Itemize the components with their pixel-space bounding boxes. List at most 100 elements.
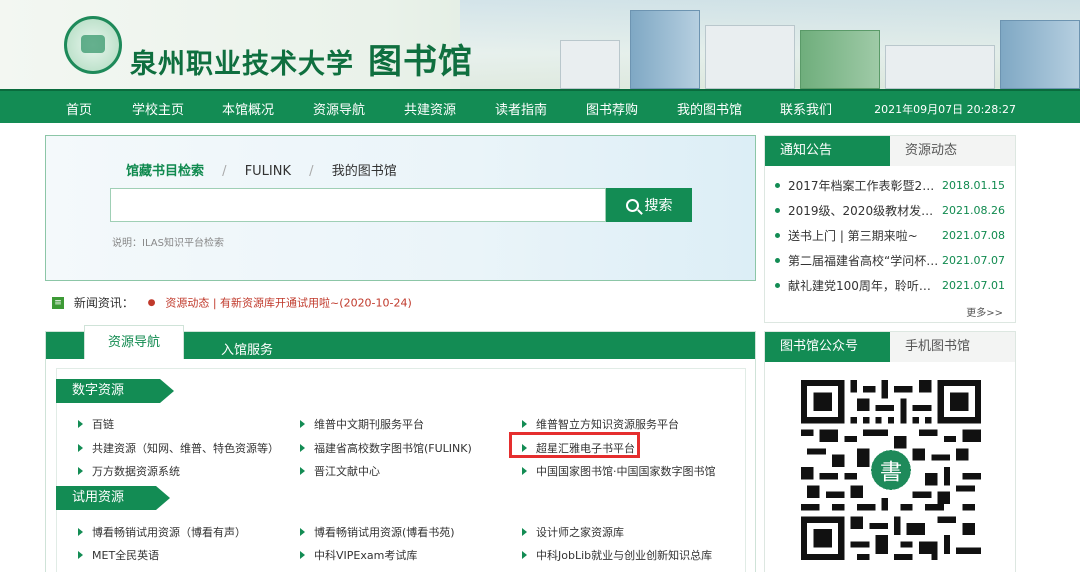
search-tabs: 馆藏书目检索 / FULINK / 我的图书馆 [126, 160, 411, 179]
search-button-label: 搜索 [644, 198, 673, 214]
resource-link[interactable]: MET全民英语 [78, 547, 159, 563]
banner-building [705, 25, 795, 89]
nav-about[interactable]: 本馆概况 [222, 99, 274, 118]
triangle-icon [522, 467, 527, 475]
notice-date: 2021.07.01 [942, 279, 1005, 292]
search-tab-catalog[interactable]: 馆藏书目检索 [126, 160, 204, 179]
notice-tabbar: 通知公告 资源动态 [765, 136, 1015, 166]
triangle-icon [300, 528, 305, 536]
notice-date: 2021.07.07 [942, 254, 1005, 267]
resource-link[interactable]: 百链 [78, 416, 114, 432]
library-name: 图书馆 [368, 42, 473, 82]
resource-link[interactable]: 维普智立方知识资源服务平台 [522, 416, 679, 432]
resource-link[interactable]: 博看畅销试用资源（博看有声） [78, 524, 246, 540]
tab-wechat-account[interactable]: 图书馆公众号 [765, 332, 890, 362]
wechat-tabbar: 图书馆公众号 手机图书馆 [765, 332, 1015, 362]
banner-building [560, 40, 620, 89]
search-tab-my-library[interactable]: 我的图书馆 [332, 160, 397, 179]
datetime-display: 2021年09月07日 20:28:27 [874, 103, 1016, 116]
nav-reader-guide[interactable]: 读者指南 [495, 99, 547, 118]
notice-item[interactable]: 第二届福建省高校“学问杯… 2021.07.07 [775, 252, 1010, 269]
nav-my-library[interactable]: 我的图书馆 [677, 99, 742, 118]
notice-date: 2021.07.08 [942, 229, 1005, 242]
triangle-icon [300, 420, 305, 428]
search-button[interactable]: 搜索 [606, 188, 692, 222]
resource-label: 中科VIPExam考试库 [314, 549, 418, 562]
notice-date: 2021.08.26 [942, 204, 1005, 217]
header-banner: 泉州职业技术大学 图书馆 [0, 0, 1080, 89]
resource-link[interactable]: 中国国家图书馆·中国国家数字图书馆 [522, 463, 716, 479]
tab-notices[interactable]: 通知公告 [765, 136, 890, 166]
triangle-icon [300, 467, 305, 475]
nav-shared-resources[interactable]: 共建资源 [404, 99, 456, 118]
nav-contact[interactable]: 联系我们 [780, 99, 832, 118]
search-tab-fulink[interactable]: FULINK [245, 164, 291, 179]
tab-separator: / [309, 164, 314, 179]
notice-title: 献礼建党100周年，聆听红… [788, 279, 940, 293]
resource-label: 晋江文献中心 [314, 465, 380, 478]
tab-mobile-library[interactable]: 手机图书馆 [905, 332, 970, 362]
section-digital-resources: 数字资源 [56, 379, 174, 403]
resource-label: 维普智立方知识资源服务平台 [536, 418, 679, 431]
notice-title: 送书上门 | 第三期来啦~ [788, 229, 918, 243]
triangle-icon [522, 528, 527, 536]
news-icon: ≡ [52, 296, 64, 309]
triangle-icon [78, 420, 83, 428]
qr-center-logo: 書 [880, 459, 902, 485]
resource-link[interactable]: 设计师之家资源库 [522, 524, 624, 540]
nav-resources[interactable]: 资源导航 [313, 99, 365, 118]
search-input[interactable] [110, 188, 606, 222]
tab-resource-news[interactable]: 资源动态 [905, 136, 957, 166]
resource-link[interactable]: 晋江文献中心 [300, 463, 380, 479]
bullet-icon [775, 208, 780, 213]
resource-label: 维普中文期刊服务平台 [314, 418, 424, 431]
highlight-box [509, 432, 640, 458]
notice-item[interactable]: 献礼建党100周年，聆听红… 2021.07.01 [775, 277, 1010, 294]
nav-book-recommend[interactable]: 图书荐购 [586, 99, 638, 118]
main-nav: 首页 学校主页 本馆概况 资源导航 共建资源 读者指南 图书荐购 我的图书馆 联… [0, 89, 1080, 123]
banner-building [630, 10, 700, 89]
news-item-link[interactable]: 资源动态 | 有新资源库开通试用啦~(2020-10-24) [165, 297, 411, 310]
triangle-icon [522, 420, 527, 428]
tab-entry-service[interactable]: 入馆服务 [221, 339, 273, 358]
notice-title: 2017年档案工作表彰暨201… [788, 179, 940, 193]
news-ticker: ≡ 新闻资讯： ● 资源动态 | 有新资源库开通试用啦~(2020-10-24) [52, 294, 752, 310]
banner-building [800, 30, 880, 89]
bullet-icon [775, 233, 780, 238]
resource-label: MET全民英语 [92, 549, 160, 562]
resource-link[interactable]: 中科VIPExam考试库 [300, 547, 417, 563]
more-link[interactable]: 更多>> [966, 304, 1003, 319]
resource-link[interactable]: 博看畅销试用资源(博看书苑) [300, 524, 455, 540]
nav-home[interactable]: 首页 [66, 99, 92, 118]
resource-link[interactable]: 福建省高校数字图书馆(FULINK) [300, 440, 472, 456]
triangle-icon [300, 444, 305, 452]
resource-label: 中科JobLib就业与创业创新知识总库 [536, 549, 713, 562]
notice-item[interactable]: 2017年档案工作表彰暨201… 2018.01.15 [775, 177, 1010, 194]
bullet-icon [775, 258, 780, 263]
triangle-icon [522, 551, 527, 559]
resource-label: 共建资源（知网、维普、特色资源等） [92, 442, 279, 455]
resource-link[interactable]: 共建资源（知网、维普、特色资源等） [78, 440, 279, 456]
resource-link[interactable]: 万方数据资源系统 [78, 463, 180, 479]
search-icon [625, 198, 639, 212]
triangle-icon [78, 528, 83, 536]
triangle-icon [78, 467, 83, 475]
resource-label: 博看畅销试用资源(博看书苑) [314, 526, 455, 539]
resource-link[interactable]: 中科JobLib就业与创业创新知识总库 [522, 547, 712, 563]
notice-date: 2018.01.15 [942, 179, 1005, 192]
notice-item[interactable]: 送书上门 | 第三期来啦~ 2021.07.08 [775, 227, 1010, 244]
resource-label: 福建省高校数字图书馆(FULINK) [314, 442, 472, 455]
qr-code-image: 書 [801, 380, 981, 560]
notice-title: 第二届福建省高校“学问杯… [788, 254, 939, 268]
university-logo[interactable] [64, 16, 122, 74]
notice-item[interactable]: 2019级、2020级教材发放… 2021.08.26 [775, 202, 1010, 219]
site-name: 泉州职业技术大学 [130, 49, 354, 80]
bullet-icon [775, 283, 780, 288]
bullet-icon [775, 183, 780, 188]
site-title[interactable]: 泉州职业技术大学 图书馆 [130, 34, 473, 83]
nav-school-home[interactable]: 学校主页 [132, 99, 184, 118]
resource-link[interactable]: 维普中文期刊服务平台 [300, 416, 424, 432]
tab-resource-nav[interactable]: 资源导航 [84, 325, 184, 359]
bullet-icon: ● [147, 297, 156, 308]
resource-tabbar: 资源导航 入馆服务 [46, 325, 755, 359]
